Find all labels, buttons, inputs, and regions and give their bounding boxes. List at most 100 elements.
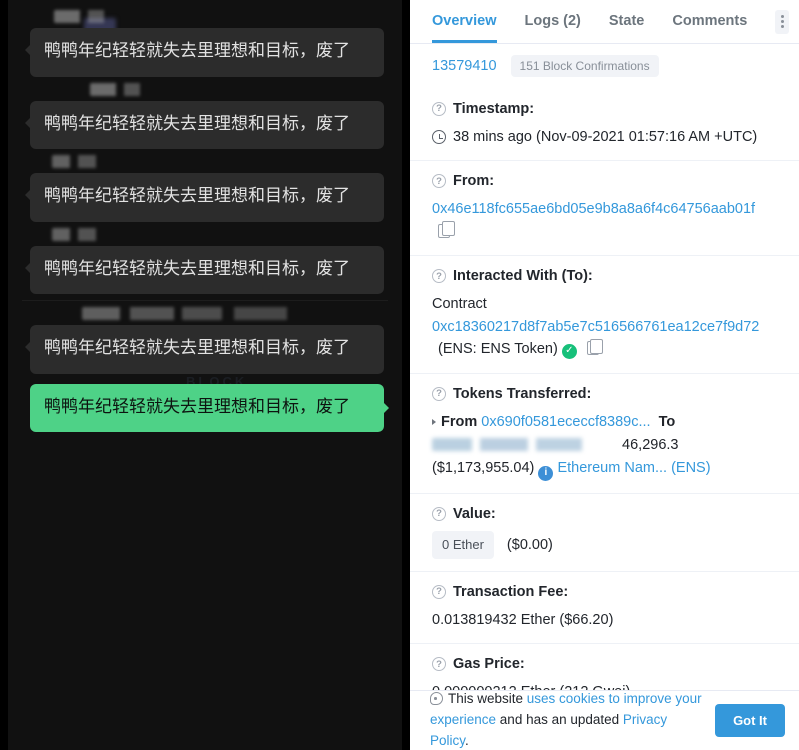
chat-bubble-text: 鸭鸭年纪轻轻就失去里理想和目标，废了 xyxy=(44,396,350,417)
message-group: 鸭鸭年纪轻轻就失去里理想和目标，废了 xyxy=(22,82,388,149)
interacted-with-value-row: 0xc18360217d8f7ab5e7c516566761ea12ce7f9d… xyxy=(432,316,777,361)
copy-icon[interactable] xyxy=(586,338,604,356)
tab-state[interactable]: State xyxy=(609,1,644,43)
tab-logs[interactable]: Logs (2) xyxy=(525,1,581,43)
message-divider xyxy=(22,300,388,301)
tab-bar: Overview Logs (2) State Comments xyxy=(410,0,799,44)
field-from: ? From: 0x46e118fc655ae6bd05e9b8a8a6f4c6… xyxy=(410,161,799,257)
block-number-link[interactable]: 13579410 xyxy=(432,58,497,74)
timestamp-value-row: 38 mins ago (Nov-09-2021 01:57:16 AM +UT… xyxy=(432,126,777,148)
tab-state-label: State xyxy=(608,12,645,29)
value-usd: ($0.00) xyxy=(506,536,553,553)
expand-caret-icon[interactable] xyxy=(432,418,436,425)
chat-bubble-incoming[interactable]: 鸭鸭年纪轻轻就失去里理想和目标，废了 xyxy=(25,100,384,149)
message-group: 鸭鸭年纪轻轻就失去里理想和目标，废了 xyxy=(22,10,388,77)
token-usd-value: ($1,173,955.04) xyxy=(432,460,535,477)
field-tokens-transferred: ? Tokens Transferred: From 0x690f0581ece… xyxy=(410,374,799,494)
redacted-sender-name xyxy=(82,307,388,320)
field-label-row: ? Interacted With (To): xyxy=(432,268,777,284)
cookie-accept-button[interactable]: Got It xyxy=(715,704,785,737)
token-to-label: To xyxy=(658,413,676,430)
overview-field-list[interactable]: ? Timestamp: 38 mins ago (Nov-09-2021 01… xyxy=(410,89,799,690)
token-from-label: From xyxy=(441,413,478,430)
field-interacted-with: ? Interacted With (To): Contract 0xc1836… xyxy=(410,256,799,374)
tab-logs-label: Logs (2) xyxy=(524,12,581,29)
cookie-icon xyxy=(430,692,443,706)
chat-bubble-incoming[interactable]: 鸭鸭年纪轻轻就失去里理想和目标，废了 xyxy=(25,245,384,294)
chat-bubble-text: 鸭鸭年纪轻轻就失去里理想和目标，废了 xyxy=(44,113,350,134)
cookie-text-part1: This website xyxy=(448,691,527,707)
token-info-icon: i xyxy=(538,465,554,481)
field-value: ? Value: 0 Ether ($0.00) xyxy=(410,494,799,572)
chat-bubble-text: 鸭鸭年纪轻轻就失去里理想和目标，废了 xyxy=(44,258,350,279)
ens-open-paren: (ENS: xyxy=(438,341,477,358)
interacted-with-label: Interacted With (To): xyxy=(453,268,593,285)
cookie-text-part2: and has an updated xyxy=(496,712,623,728)
token-transfer-row: From 0x690f0581ececcf8389c... To 46,296.… xyxy=(432,411,777,481)
tokens-transferred-label: Tokens Transferred: xyxy=(453,385,592,402)
token-symbol-link[interactable]: (ENS) xyxy=(671,460,710,476)
timestamp-label: Timestamp: xyxy=(453,101,535,117)
chat-bubble-incoming[interactable]: 鸭鸭年纪轻轻就失去里理想和目标，废了 xyxy=(25,325,384,374)
cookie-consent-bar: This website uses cookies to improve you… xyxy=(410,690,799,750)
help-icon[interactable]: ? xyxy=(432,584,446,599)
chat-bubble-incoming[interactable]: 鸭鸭年纪轻轻就失去里理想和目标，废了 xyxy=(25,173,384,222)
tab-comments-label: Comments xyxy=(672,12,748,29)
field-label-row: ? Transaction Fee: xyxy=(432,584,777,600)
message-group: 鸭鸭年纪轻轻就失去里理想和目标，废了 xyxy=(22,155,388,222)
field-label-row: ? Gas Price: xyxy=(432,656,777,672)
gas-price-label: Gas Price: xyxy=(453,656,525,673)
value-row: 0 Ether ($0.00) xyxy=(432,530,777,559)
field-label-row: ? Value: xyxy=(432,506,777,522)
value-label: Value: xyxy=(453,505,496,522)
token-amount: 46,296.3 xyxy=(622,437,679,453)
field-gas-price: ? Gas Price: 0.000000212 Ether (212 Gwei… xyxy=(410,644,799,690)
help-icon[interactable]: ? xyxy=(432,506,446,521)
help-icon[interactable]: ? xyxy=(432,102,446,116)
app-screen: 小黑 BLOCK 鸭鸭年纪轻轻就失去里理想和目标，废了 鸭鸭年纪轻轻就失去里理想 xyxy=(0,0,799,750)
more-options-icon[interactable] xyxy=(775,9,789,34)
field-label-row: ? Tokens Transferred: xyxy=(432,386,777,402)
clock-icon xyxy=(432,130,446,145)
field-timestamp: ? Timestamp: 38 mins ago (Nov-09-2021 01… xyxy=(410,89,799,162)
block-confirmations-badge: 151 Block Confirmations xyxy=(510,55,659,77)
redacted-sender-name xyxy=(54,10,126,23)
tab-overview[interactable]: Overview xyxy=(432,1,497,43)
help-icon[interactable]: ? xyxy=(432,657,446,672)
timestamp-value: 38 mins ago (Nov-09-2021 01:57:16 AM +UT… xyxy=(453,129,758,145)
contract-address-link[interactable]: 0xc18360217d8f7ab5e7c516566761ea12ce7f9d… xyxy=(432,319,759,335)
interacted-with-kind: Contract xyxy=(432,296,487,313)
redacted-sender-name xyxy=(52,155,112,168)
transaction-fee-label: Transaction Fee: xyxy=(453,583,569,600)
chat-bubble-outgoing[interactable]: 鸭鸭年纪轻轻就失去里理想和目标，废了 xyxy=(30,383,389,432)
field-label-row: ? From: xyxy=(432,173,777,189)
block-row: 13579410 151 Block Confirmations xyxy=(410,44,799,90)
help-icon[interactable]: ? xyxy=(432,386,446,401)
kebab-dot xyxy=(780,25,784,28)
transaction-fee-value: 0.013819432 Ether ($66.20) xyxy=(432,611,614,628)
token-name-link[interactable]: Ethereum Nam... xyxy=(557,460,667,476)
field-label-row: ? Timestamp: xyxy=(432,101,777,117)
copy-icon[interactable] xyxy=(438,221,455,238)
ens-token-name: ENS Token) xyxy=(480,341,558,358)
chat-window: 小黑 BLOCK 鸭鸭年纪轻轻就失去里理想和目标，废了 鸭鸭年纪轻轻就失去里理想 xyxy=(8,0,402,750)
cookie-message: This website uses cookies to improve you… xyxy=(430,689,705,750)
chat-bubble-text: 鸭鸭年纪轻轻就失去里理想和目标，废了 xyxy=(44,186,350,206)
token-to-address-redacted xyxy=(432,438,604,451)
chat-bubble-incoming[interactable]: 鸭鸭年纪轻轻就失去里理想和目标，废了 xyxy=(25,28,384,77)
help-icon[interactable]: ? xyxy=(432,174,446,189)
tab-overview-label: Overview xyxy=(432,12,497,29)
chat-message-list[interactable]: 鸭鸭年纪轻轻就失去里理想和目标，废了 鸭鸭年纪轻轻就失去里理想和目标，废了 鸭鸭… xyxy=(8,0,402,750)
field-transaction-fee: ? Transaction Fee: 0.013819432 Ether ($6… xyxy=(410,572,799,645)
from-label: From: xyxy=(453,173,495,190)
tab-comments[interactable]: Comments xyxy=(672,1,747,43)
cookie-text-part3: . xyxy=(465,732,469,748)
from-address-link[interactable]: 0x46e118fc655ae6bd05e9b8a8a6f4c64756aab0… xyxy=(432,201,755,217)
kebab-dot xyxy=(780,20,784,23)
verified-check-icon: ✓ xyxy=(561,343,577,359)
from-value-row: 0x46e118fc655ae6bd05e9b8a8a6f4c64756aab0… xyxy=(432,198,777,243)
kebab-dot xyxy=(780,15,784,18)
help-icon[interactable]: ? xyxy=(432,269,446,284)
token-from-address-link[interactable]: 0x690f0581ececcf8389c... xyxy=(481,414,650,430)
redacted-sender-name xyxy=(90,82,388,96)
